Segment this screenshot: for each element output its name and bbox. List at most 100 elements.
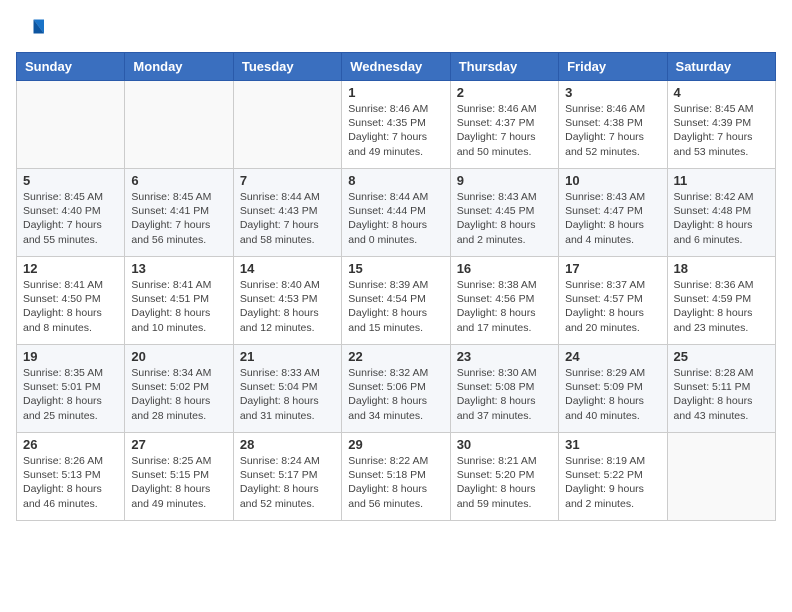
day-number: 11 [674, 173, 769, 188]
calendar-week-row: 1 Sunrise: 8:46 AM Sunset: 4:35 PM Daylig… [17, 81, 776, 169]
day-number: 30 [457, 437, 552, 452]
weekday-header-tuesday: Tuesday [233, 53, 341, 81]
day-number: 8 [348, 173, 443, 188]
day-info: Sunrise: 8:28 AM Sunset: 5:11 PM Dayligh… [674, 366, 769, 423]
day-info: Sunrise: 8:30 AM Sunset: 5:08 PM Dayligh… [457, 366, 552, 423]
calendar-cell: 4 Sunrise: 8:45 AM Sunset: 4:39 PM Daylig… [667, 81, 775, 169]
calendar-cell: 1 Sunrise: 8:46 AM Sunset: 4:35 PM Daylig… [342, 81, 450, 169]
calendar-table: SundayMondayTuesdayWednesdayThursdayFrid… [16, 52, 776, 521]
calendar-cell: 10Sunrise: 8:43 AM Sunset: 4:47 PM Dayli… [559, 169, 667, 257]
logo-icon [16, 16, 44, 44]
calendar-cell: 22 Sunrise: 8:32 AM Sunset: 5:06 PM Dayli… [342, 345, 450, 433]
calendar-cell: 7 Sunrise: 8:44 AM Sunset: 4:43 PM Daylig… [233, 169, 341, 257]
calendar-cell: 27 Sunrise: 8:25 AM Sunset: 5:15 PM Dayli… [125, 433, 233, 521]
calendar-week-row: 26Sunrise: 8:26 AM Sunset: 5:13 PM Dayli… [17, 433, 776, 521]
day-number: 31 [565, 437, 660, 452]
day-number: 28 [240, 437, 335, 452]
day-info: Sunrise: 8:35 AM Sunset: 5:01 PM Dayligh… [23, 366, 118, 423]
calendar-cell: 17Sunrise: 8:37 AM Sunset: 4:57 PM Dayli… [559, 257, 667, 345]
day-info: Sunrise: 8:29 AM Sunset: 5:09 PM Dayligh… [565, 366, 660, 423]
day-info: Sunrise: 8:46 AM Sunset: 4:35 PM Dayligh… [348, 102, 443, 159]
calendar-cell: 5 Sunrise: 8:45 AM Sunset: 4:40 PM Daylig… [17, 169, 125, 257]
weekday-header-row: SundayMondayTuesdayWednesdayThursdayFrid… [17, 53, 776, 81]
day-number: 10 [565, 173, 660, 188]
day-info: Sunrise: 8:26 AM Sunset: 5:13 PM Dayligh… [23, 454, 118, 511]
day-info: Sunrise: 8:46 AM Sunset: 4:38 PM Dayligh… [565, 102, 660, 159]
calendar-cell: 30 Sunrise: 8:21 AM Sunset: 5:20 PM Dayli… [450, 433, 558, 521]
day-number: 23 [457, 349, 552, 364]
day-number: 7 [240, 173, 335, 188]
day-info: Sunrise: 8:41 AM Sunset: 4:51 PM Dayligh… [131, 278, 226, 335]
calendar-cell: 9 Sunrise: 8:43 AM Sunset: 4:45 PM Daylig… [450, 169, 558, 257]
day-info: Sunrise: 8:22 AM Sunset: 5:18 PM Dayligh… [348, 454, 443, 511]
day-number: 29 [348, 437, 443, 452]
day-number: 5 [23, 173, 118, 188]
day-info: Sunrise: 8:45 AM Sunset: 4:39 PM Dayligh… [674, 102, 769, 159]
calendar-cell: 3 Sunrise: 8:46 AM Sunset: 4:38 PM Daylig… [559, 81, 667, 169]
day-info: Sunrise: 8:19 AM Sunset: 5:22 PM Dayligh… [565, 454, 660, 511]
calendar-cell [667, 433, 775, 521]
day-info: Sunrise: 8:44 AM Sunset: 4:43 PM Dayligh… [240, 190, 335, 247]
calendar-week-row: 19 Sunrise: 8:35 AM Sunset: 5:01 PM Dayli… [17, 345, 776, 433]
calendar-cell: 14 Sunrise: 8:40 AM Sunset: 4:53 PM Dayli… [233, 257, 341, 345]
weekday-header-friday: Friday [559, 53, 667, 81]
logo [16, 16, 48, 44]
day-number: 24 [565, 349, 660, 364]
calendar-cell: 25 Sunrise: 8:28 AM Sunset: 5:11 PM Dayli… [667, 345, 775, 433]
day-info: Sunrise: 8:34 AM Sunset: 5:02 PM Dayligh… [131, 366, 226, 423]
weekday-header-wednesday: Wednesday [342, 53, 450, 81]
day-info: Sunrise: 8:33 AM Sunset: 5:04 PM Dayligh… [240, 366, 335, 423]
calendar-cell: 11Sunrise: 8:42 AM Sunset: 4:48 PM Dayli… [667, 169, 775, 257]
calendar-cell [125, 81, 233, 169]
calendar-cell: 26Sunrise: 8:26 AM Sunset: 5:13 PM Dayli… [17, 433, 125, 521]
calendar-cell: 18 Sunrise: 8:36 AM Sunset: 4:59 PM Dayli… [667, 257, 775, 345]
day-number: 13 [131, 261, 226, 276]
day-info: Sunrise: 8:45 AM Sunset: 4:40 PM Dayligh… [23, 190, 118, 247]
calendar-cell: 16 Sunrise: 8:38 AM Sunset: 4:56 PM Dayli… [450, 257, 558, 345]
day-number: 9 [457, 173, 552, 188]
day-info: Sunrise: 8:37 AM Sunset: 4:57 PM Dayligh… [565, 278, 660, 335]
weekday-header-thursday: Thursday [450, 53, 558, 81]
calendar-cell: 15Sunrise: 8:39 AM Sunset: 4:54 PM Dayli… [342, 257, 450, 345]
calendar-cell: 13 Sunrise: 8:41 AM Sunset: 4:51 PM Dayli… [125, 257, 233, 345]
day-info: Sunrise: 8:43 AM Sunset: 4:45 PM Dayligh… [457, 190, 552, 247]
day-info: Sunrise: 8:25 AM Sunset: 5:15 PM Dayligh… [131, 454, 226, 511]
day-number: 14 [240, 261, 335, 276]
day-number: 22 [348, 349, 443, 364]
day-number: 25 [674, 349, 769, 364]
day-number: 1 [348, 85, 443, 100]
day-number: 20 [131, 349, 226, 364]
day-info: Sunrise: 8:41 AM Sunset: 4:50 PM Dayligh… [23, 278, 118, 335]
day-info: Sunrise: 8:38 AM Sunset: 4:56 PM Dayligh… [457, 278, 552, 335]
day-number: 4 [674, 85, 769, 100]
calendar-cell: 23 Sunrise: 8:30 AM Sunset: 5:08 PM Dayli… [450, 345, 558, 433]
calendar-cell: 31 Sunrise: 8:19 AM Sunset: 5:22 PM Dayli… [559, 433, 667, 521]
calendar-week-row: 5 Sunrise: 8:45 AM Sunset: 4:40 PM Daylig… [17, 169, 776, 257]
day-number: 12 [23, 261, 118, 276]
day-number: 27 [131, 437, 226, 452]
day-info: Sunrise: 8:39 AM Sunset: 4:54 PM Dayligh… [348, 278, 443, 335]
day-number: 16 [457, 261, 552, 276]
calendar-cell: 29 Sunrise: 8:22 AM Sunset: 5:18 PM Dayli… [342, 433, 450, 521]
day-info: Sunrise: 8:40 AM Sunset: 4:53 PM Dayligh… [240, 278, 335, 335]
day-info: Sunrise: 8:32 AM Sunset: 5:06 PM Dayligh… [348, 366, 443, 423]
day-number: 21 [240, 349, 335, 364]
day-number: 19 [23, 349, 118, 364]
calendar-cell: 21 Sunrise: 8:33 AM Sunset: 5:04 PM Dayli… [233, 345, 341, 433]
calendar-cell [233, 81, 341, 169]
calendar-cell: 2Sunrise: 8:46 AM Sunset: 4:37 PM Daylig… [450, 81, 558, 169]
calendar-cell: 24 Sunrise: 8:29 AM Sunset: 5:09 PM Dayli… [559, 345, 667, 433]
day-info: Sunrise: 8:36 AM Sunset: 4:59 PM Dayligh… [674, 278, 769, 335]
calendar-cell: 12 Sunrise: 8:41 AM Sunset: 4:50 PM Dayli… [17, 257, 125, 345]
day-info: Sunrise: 8:21 AM Sunset: 5:20 PM Dayligh… [457, 454, 552, 511]
page-header [16, 16, 776, 44]
calendar-cell: 8 Sunrise: 8:44 AM Sunset: 4:44 PM Daylig… [342, 169, 450, 257]
day-number: 2 [457, 85, 552, 100]
day-number: 18 [674, 261, 769, 276]
weekday-header-sunday: Sunday [17, 53, 125, 81]
day-number: 3 [565, 85, 660, 100]
calendar-week-row: 12 Sunrise: 8:41 AM Sunset: 4:50 PM Dayli… [17, 257, 776, 345]
day-info: Sunrise: 8:44 AM Sunset: 4:44 PM Dayligh… [348, 190, 443, 247]
calendar-cell: 28 Sunrise: 8:24 AM Sunset: 5:17 PM Dayli… [233, 433, 341, 521]
day-info: Sunrise: 8:24 AM Sunset: 5:17 PM Dayligh… [240, 454, 335, 511]
